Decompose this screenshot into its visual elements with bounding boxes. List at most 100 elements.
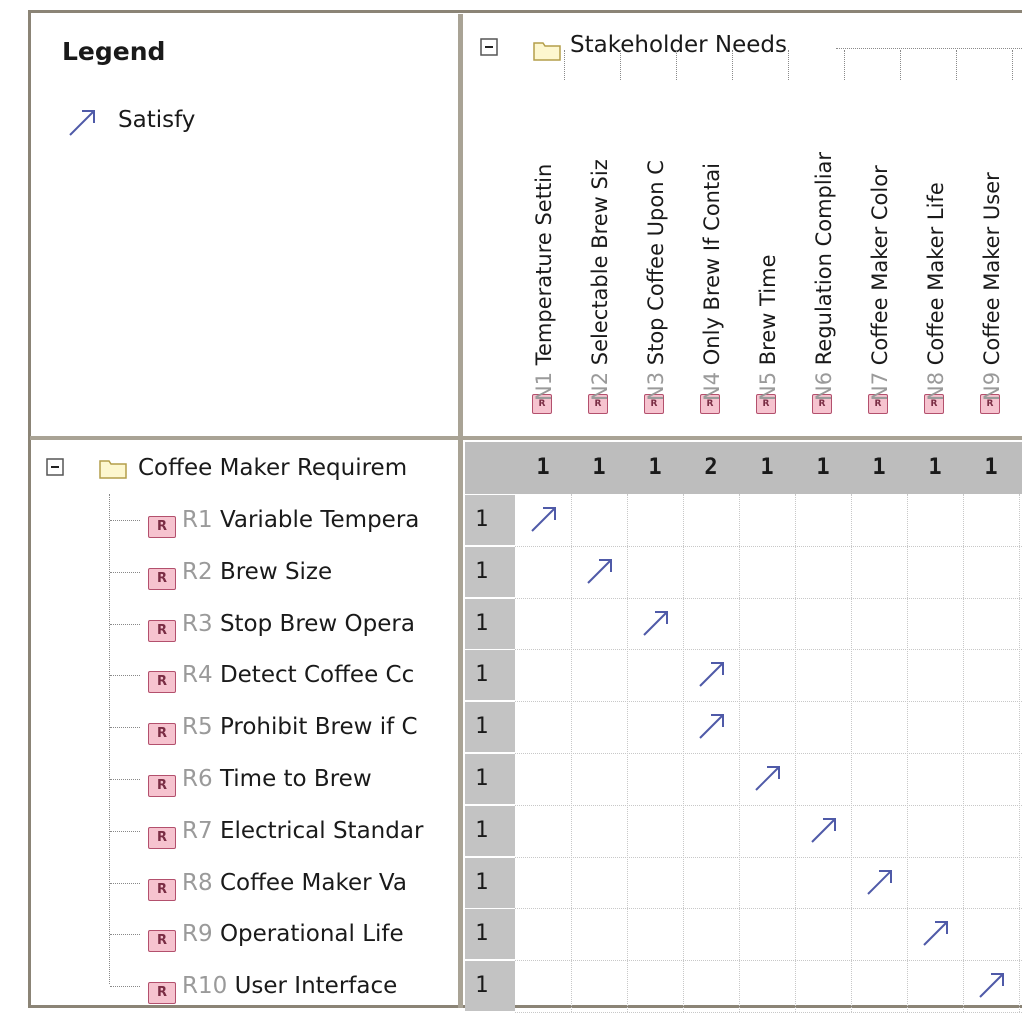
row-name: Coffee Maker Va (219, 869, 407, 896)
grid-line (963, 494, 964, 1012)
column-total: 2 (704, 455, 718, 480)
satisfy-arrow-icon[interactable] (641, 608, 671, 638)
table-row[interactable]: R R3 Stop Brew Opera 1 (30, 598, 1022, 650)
requirement-badge-icon: R (148, 723, 176, 746)
column-id: N6 (812, 371, 836, 401)
row-label-cell[interactable]: R R4 Detect Coffee Cc (30, 649, 458, 701)
column-name: Regulation Compliar (812, 151, 836, 366)
row-name: Electrical Standar (219, 817, 424, 844)
folder-icon (99, 460, 127, 479)
column-name: Only Brew If Contai (700, 163, 724, 366)
tree-connector (110, 882, 140, 884)
column-header-text: N1 Temperature Settin (524, 61, 564, 401)
column-id: N5 (756, 371, 780, 401)
table-row[interactable]: R R2 Brew Size 1 (30, 546, 1022, 598)
row-id: R4 (182, 662, 213, 689)
requirement-badge-icon: R (148, 775, 176, 797)
column-total: 1 (536, 455, 550, 480)
satisfy-arrow-icon[interactable] (529, 504, 559, 534)
row-label-cell[interactable]: R R6 Time to Brew (30, 753, 458, 805)
column-name: Coffee Maker Color (868, 165, 892, 366)
grid-line (907, 494, 908, 1012)
column-header-text: N7 Coffee Maker Color (860, 61, 900, 401)
tree-connector (110, 571, 140, 573)
row-group-label-cell[interactable]: Coffee Maker Requirem (30, 442, 458, 494)
column-name: Coffee Maker Life (924, 182, 948, 366)
satisfy-arrow-icon[interactable] (809, 815, 839, 845)
requirement-badge-icon: R (148, 930, 176, 953)
table-row[interactable]: R R10 User Interface 1 (30, 960, 1022, 1012)
grid-line (683, 494, 684, 1012)
satisfy-arrow-icon[interactable] (865, 867, 895, 897)
table-row[interactable]: R R7 Electrical Standar 1 (30, 805, 1022, 857)
column-total: 1 (872, 455, 886, 480)
grid-line (515, 856, 1022, 858)
tree-connector (110, 986, 140, 988)
column-id: N1 (532, 371, 556, 401)
row-label-cell[interactable]: R R1 Variable Tempera (30, 494, 458, 546)
grid-line (515, 649, 1022, 651)
row-label-cell[interactable]: R R9 Operational Life (30, 908, 458, 960)
row-label-cell[interactable]: R R7 Electrical Standar (30, 805, 458, 857)
row-id: R7 (182, 817, 213, 844)
grid-line (515, 545, 1022, 547)
grid-line (515, 908, 1022, 910)
column-header-text: N5 Brew Time (748, 61, 788, 401)
grid-line (739, 494, 740, 1012)
row-label-cell[interactable]: R R3 Stop Brew Opera (30, 598, 458, 650)
column-header-text: N3 Stop Coffee Upon C (636, 61, 676, 401)
row-total: 1 (465, 702, 515, 753)
row-group-header[interactable]: Coffee Maker Requirem 1 1 1 2 1 1 1 1 1 (30, 442, 1022, 494)
row-panel: Coffee Maker Requirem 111211111 R R1 Vari… (30, 442, 1022, 1013)
table-row[interactable]: R R9 Operational Life 1 (30, 908, 1022, 960)
row-name: Detect Coffee Cc (219, 662, 415, 689)
collapse-icon[interactable] (480, 38, 500, 58)
column-header-panel: Stakeholder Needs R N1 Temperature Settin… (464, 14, 1022, 438)
tree-connector (110, 520, 140, 521)
legend-title: Legend (62, 37, 166, 66)
column-connector (620, 50, 621, 80)
row-id: R3 (182, 610, 213, 637)
column-connector (564, 50, 565, 80)
row-label-cell[interactable]: R R5 Prohibit Brew if C (30, 701, 458, 753)
table-row[interactable]: R R6 Time to Brew 1 (30, 753, 1022, 805)
satisfy-arrow-icon[interactable] (697, 711, 727, 741)
requirement-badge-icon: R (148, 878, 176, 901)
satisfy-arrow-icon[interactable] (697, 659, 727, 689)
row-total: 1 (465, 598, 515, 649)
column-id: N8 (924, 371, 948, 401)
table-row[interactable]: R R1 Variable Tempera 1 (30, 494, 1022, 546)
collapse-icon[interactable] (46, 458, 66, 478)
grid-line (515, 804, 1022, 806)
grid-line (571, 494, 572, 1012)
requirement-badge-icon: R (148, 826, 176, 849)
row-id: R6 (182, 766, 213, 792)
column-name: Coffee Maker User (980, 172, 1004, 366)
column-total: 1 (928, 455, 942, 480)
column-name: Selectable Brew Siz (588, 159, 612, 366)
row-label-cell[interactable]: R R8 Coffee Maker Va (30, 857, 458, 909)
column-total: 1 (648, 455, 662, 480)
legend-satisfy-label: Satisfy (118, 107, 196, 133)
row-id: R9 (182, 921, 213, 948)
column-total: 1 (816, 455, 830, 480)
satisfy-arrow-icon[interactable] (585, 556, 615, 586)
satisfy-arrow-icon[interactable] (977, 970, 1007, 1000)
column-total: 1 (984, 455, 998, 480)
column-connector (900, 50, 901, 80)
column-id: N2 (588, 371, 612, 401)
row-total: 1 (465, 754, 515, 804)
row-label-cell[interactable]: R R2 Brew Size (30, 546, 458, 598)
grid-line (851, 494, 852, 1012)
row-name: Brew Size (219, 558, 333, 585)
table-row[interactable]: R R5 Prohibit Brew if C 1 (30, 701, 1022, 753)
satisfy-arrow-icon[interactable] (753, 763, 783, 793)
tree-connector (110, 727, 140, 729)
row-id: R8 (182, 869, 213, 896)
requirement-badge-icon: R (148, 671, 176, 694)
row-label-cell[interactable]: R R10 User Interface (30, 960, 458, 1012)
column-header-text: N8 Coffee Maker Life (916, 61, 956, 401)
satisfy-arrow-icon[interactable] (921, 918, 951, 948)
row-group-label: Coffee Maker Requirem (138, 455, 408, 481)
table-row[interactable]: R R4 Detect Coffee Cc 1 (30, 649, 1022, 701)
